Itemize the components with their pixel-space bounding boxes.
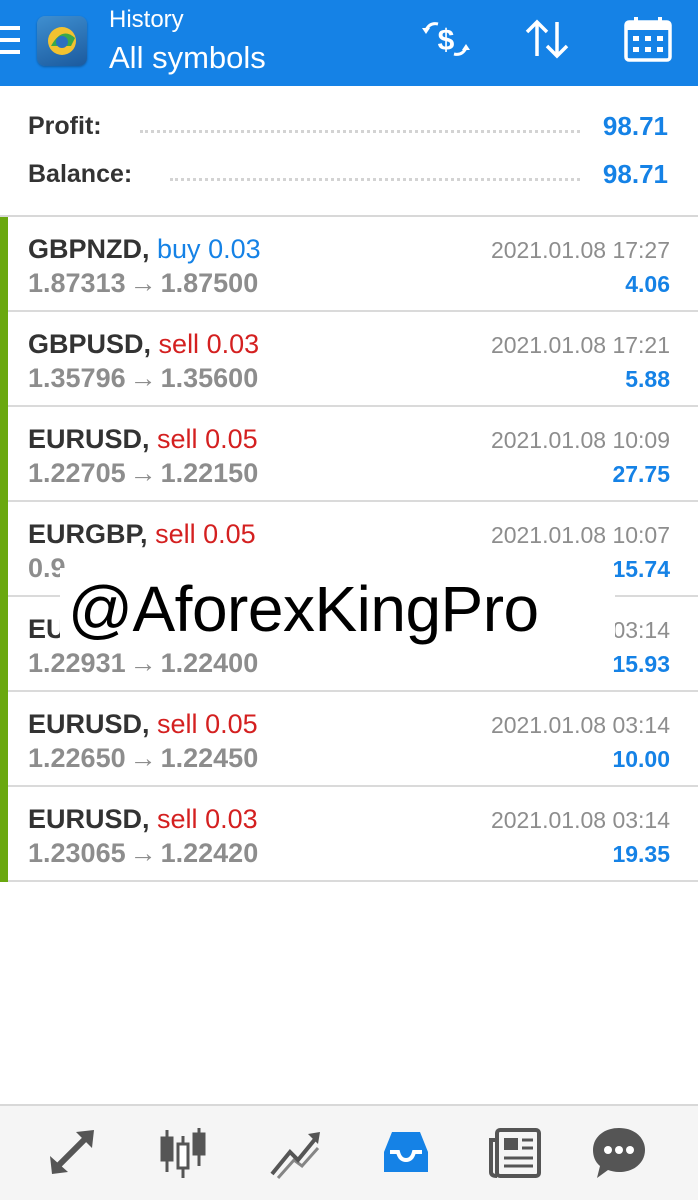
svg-text:$: $ (438, 24, 455, 57)
deal-close-price: 1.22450 (160, 743, 259, 773)
deal-time: 2021.01.08 17:27 (490, 237, 670, 263)
deal-profit: 15.93 (612, 651, 670, 677)
summary-balance-row: Balance: 98.71 (0, 150, 698, 198)
deal-profit: 27.75 (612, 461, 670, 487)
profit-label: Profit: (28, 112, 102, 140)
deal-open-price: 1.23065 (28, 838, 126, 868)
deal-profit: 10.00 (612, 746, 670, 772)
deal-row[interactable]: GBPNZD, buy 0.03 1.87313 → 1.87500 2021.01… (0, 217, 698, 312)
deal-marker (0, 407, 8, 502)
deal-close-price: 1.87500 (160, 268, 259, 298)
news-icon (489, 1128, 541, 1178)
deal-row[interactable]: EURUSD, sell 0.03 1.23065 → 1.22420 2021.0… (0, 787, 698, 882)
candlestick-icon (160, 1128, 206, 1178)
deal-marker (0, 312, 8, 407)
deal-side: buy 0.03 (157, 234, 261, 264)
deal-side: sell 0.05 (157, 424, 258, 454)
deal-symbol: EURGBP, (28, 519, 148, 549)
arrow-right-icon: → (129, 458, 157, 488)
nav-messages[interactable] (589, 1122, 649, 1182)
deal-open-price: 1.87313 (28, 268, 126, 298)
history-inbox-icon (384, 1132, 428, 1172)
deal-time: 2021.01.08 10:07 (490, 522, 670, 548)
nav-quotes[interactable] (42, 1122, 102, 1182)
deal-side: sell 0.05 (155, 519, 256, 549)
deal-marker (0, 217, 8, 312)
quotes-arrows-icon (50, 1130, 94, 1174)
nav-chart[interactable] (153, 1122, 213, 1182)
deal-symbol: GBPUSD, (28, 329, 152, 359)
balance-label: Balance: (28, 160, 133, 188)
dotted-leader (170, 178, 580, 181)
nav-trade[interactable] (264, 1122, 324, 1182)
deal-list: GBPNZD, buy 0.03 1.87313 → 1.87500 2021.01… (0, 217, 698, 882)
menu-icon[interactable] (0, 26, 20, 54)
arrow-right-icon: → (129, 838, 157, 868)
chat-bubble-icon (593, 1128, 645, 1178)
deal-open-price: 1.22931 (28, 648, 126, 678)
arrow-right-icon: → (129, 268, 157, 298)
currency-exchange-icon[interactable]: $ (418, 16, 474, 62)
trade-trend-icon (270, 1132, 320, 1179)
deal-symbol: EURUSD, (28, 804, 150, 834)
deal-profit: 4.06 (625, 271, 670, 297)
deal-open-price: 1.22650 (28, 743, 126, 773)
deal-open-price: 1.35796 (28, 363, 126, 393)
deal-time: 2021.01.08 03:14 (490, 712, 670, 738)
deal-symbol: EURUSD, (28, 709, 150, 739)
deal-marker (0, 692, 8, 787)
calendar-icon[interactable] (620, 16, 676, 62)
app-header: History All symbols $ (0, 0, 698, 86)
arrow-right-icon: → (129, 743, 157, 773)
deal-time: 03:14 (612, 617, 670, 643)
bottom-nav (0, 1104, 698, 1200)
nav-news[interactable] (487, 1122, 547, 1182)
deal-marker (0, 502, 8, 597)
app-logo (37, 16, 87, 66)
deal-open-price: 1.22705 (28, 458, 126, 488)
deal-side: sell 0.03 (158, 329, 260, 359)
deal-row[interactable]: GBPUSD, sell 0.03 1.35796 → 1.35600 2021.0… (0, 312, 698, 407)
deal-time: 2021.01.08 03:14 (490, 807, 670, 833)
watermark-overlay: @AforexKingPro (60, 568, 615, 650)
arrow-right-icon: → (129, 648, 157, 678)
dotted-leader (140, 130, 580, 133)
deal-row[interactable]: EURUSD, sell 0.05 1.22650 → 1.22450 2021.0… (0, 692, 698, 787)
sort-icon[interactable] (519, 16, 575, 62)
profit-value: 98.71 (602, 111, 668, 141)
deal-close-price: 1.22150 (160, 458, 259, 488)
deal-close-price: 1.35600 (160, 363, 259, 393)
deal-marker (0, 597, 8, 692)
deal-time: 2021.01.08 10:09 (490, 427, 670, 453)
deal-side: sell 0.05 (157, 709, 258, 739)
header-title[interactable]: All symbols (109, 40, 266, 76)
arrow-right-icon: → (129, 363, 157, 393)
deal-row[interactable]: EURUSD, sell 0.05 1.22705 → 1.22150 2021.0… (0, 407, 698, 502)
deal-symbol: GBPNZD, (28, 234, 150, 264)
deal-marker (0, 787, 8, 882)
nav-history[interactable] (376, 1122, 436, 1182)
summary-profit-row: Profit: 98.71 (0, 102, 698, 150)
watermark-text: @AforexKingPro (68, 573, 539, 645)
deal-close-price: 1.22420 (160, 838, 259, 868)
deal-profit: 19.35 (612, 841, 670, 867)
deal-side: sell 0.03 (157, 804, 258, 834)
deal-time: 2021.01.08 17:21 (490, 332, 670, 358)
deal-profit: 5.88 (625, 366, 670, 392)
deal-symbol: EURUSD, (28, 424, 150, 454)
balance-value: 98.71 (602, 159, 668, 189)
header-subtitle: History (109, 6, 184, 33)
deal-profit: 15.74 (612, 556, 670, 582)
deal-close-price: 1.22400 (160, 648, 259, 678)
